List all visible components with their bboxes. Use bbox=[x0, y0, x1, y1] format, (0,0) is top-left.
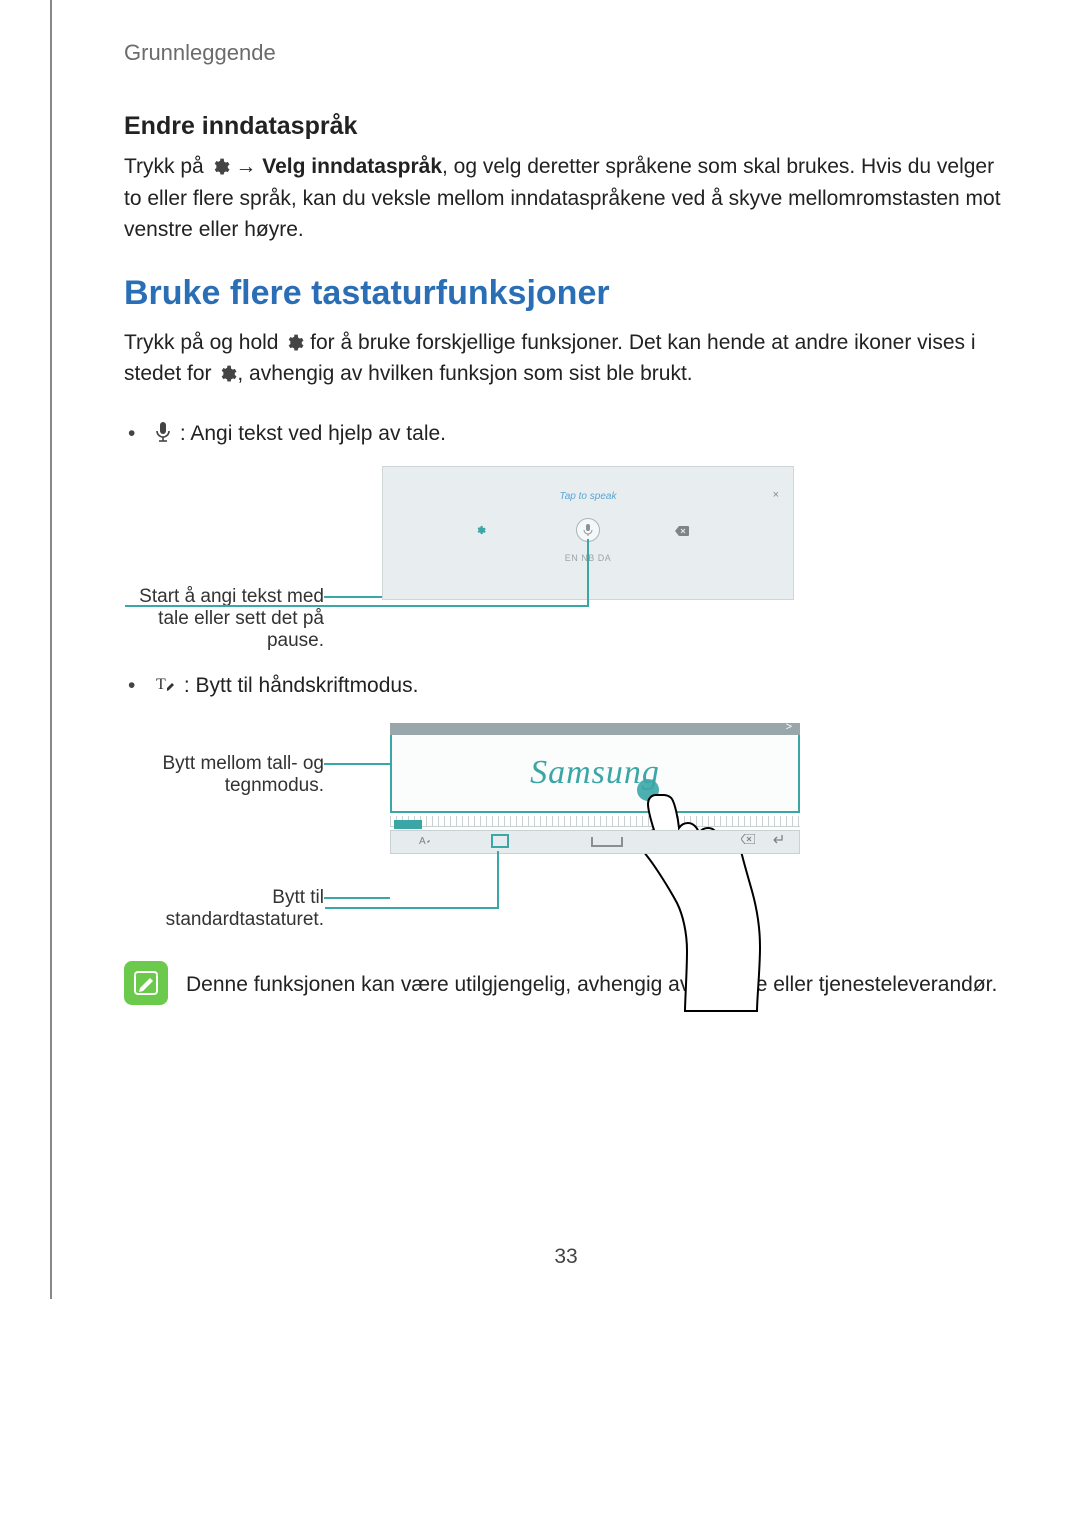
heading-bruke: Bruke flere tastaturfunksjoner bbox=[124, 274, 1008, 313]
note-box: Denne funksjonen kan være utilgjengelig,… bbox=[124, 961, 1008, 1005]
enter-icon bbox=[771, 834, 783, 847]
bullet-handwriting-text: : Bytt til håndskriftmodus. bbox=[184, 674, 419, 697]
arrow-glyph: → bbox=[235, 155, 256, 178]
handwriting-icon: T bbox=[154, 673, 176, 705]
p2-after: , avhengig av hvilken funksjon som sist … bbox=[237, 362, 692, 385]
fig2-topbar bbox=[390, 723, 800, 735]
backspace-icon bbox=[675, 523, 689, 541]
figure-voice: Start å angi tekst med tale eller sett d… bbox=[124, 466, 1008, 652]
fig1-panel: Tap to speak × EN NB DA bbox=[382, 466, 794, 600]
figure-handwriting: Bytt mellom tall- og tegnmodus. Bytt til… bbox=[124, 723, 1008, 931]
close-icon: × bbox=[773, 489, 779, 501]
page-number: 33 bbox=[124, 1245, 1008, 1269]
gear-icon bbox=[284, 333, 304, 353]
paragraph-2: Trykk på og hold for å bruke forskjellig… bbox=[124, 327, 1008, 390]
fig1-callout: Start å angi tekst med tale eller sett d… bbox=[124, 586, 324, 652]
gear-icon bbox=[475, 523, 486, 541]
tap-to-speak-label: Tap to speak bbox=[383, 491, 793, 502]
svg-text:T: T bbox=[156, 676, 166, 693]
p1-before: Trykk på bbox=[124, 155, 210, 178]
fig2-callout2: Bytt til standardtastaturet. bbox=[124, 887, 324, 931]
keyboard-icon bbox=[491, 834, 509, 848]
mic-icon bbox=[154, 421, 172, 453]
bullet-mic: : Angi tekst ved hjelp av tale. bbox=[124, 418, 1008, 453]
note-icon bbox=[124, 961, 168, 1005]
svg-text:A: A bbox=[419, 836, 426, 846]
bullet-mic-text: : Angi tekst ved hjelp av tale. bbox=[180, 422, 446, 445]
pen-icon: A bbox=[419, 834, 431, 849]
space-icon bbox=[591, 837, 623, 847]
breadcrumb: Grunnleggende bbox=[124, 40, 1008, 66]
p1-after: , og velg deretter språkene som skal bru… bbox=[124, 155, 1001, 241]
fig2-bottombar: A bbox=[390, 830, 800, 854]
handwriting-area: Samsung bbox=[390, 735, 800, 813]
subheading-endre: Endre inndataspråk bbox=[124, 112, 1008, 141]
backspace-icon bbox=[741, 834, 755, 847]
gear-icon bbox=[210, 157, 230, 177]
fig2-ruler bbox=[390, 816, 800, 827]
bullet-handwriting: T : Bytt til håndskriftmodus. bbox=[124, 670, 1008, 705]
note-text: Denne funksjonen kan være utilgjengelig,… bbox=[186, 961, 997, 1001]
bold-velg: Velg inndataspråk bbox=[262, 155, 442, 178]
fig2-callout1: Bytt mellom tall- og tegnmodus. bbox=[124, 753, 324, 797]
gear-icon bbox=[217, 364, 237, 384]
touch-dot bbox=[637, 779, 659, 801]
paragraph-1: Trykk på → Velg inndataspråk, og velg de… bbox=[124, 151, 1008, 246]
p2-before: Trykk på og hold bbox=[124, 331, 284, 354]
